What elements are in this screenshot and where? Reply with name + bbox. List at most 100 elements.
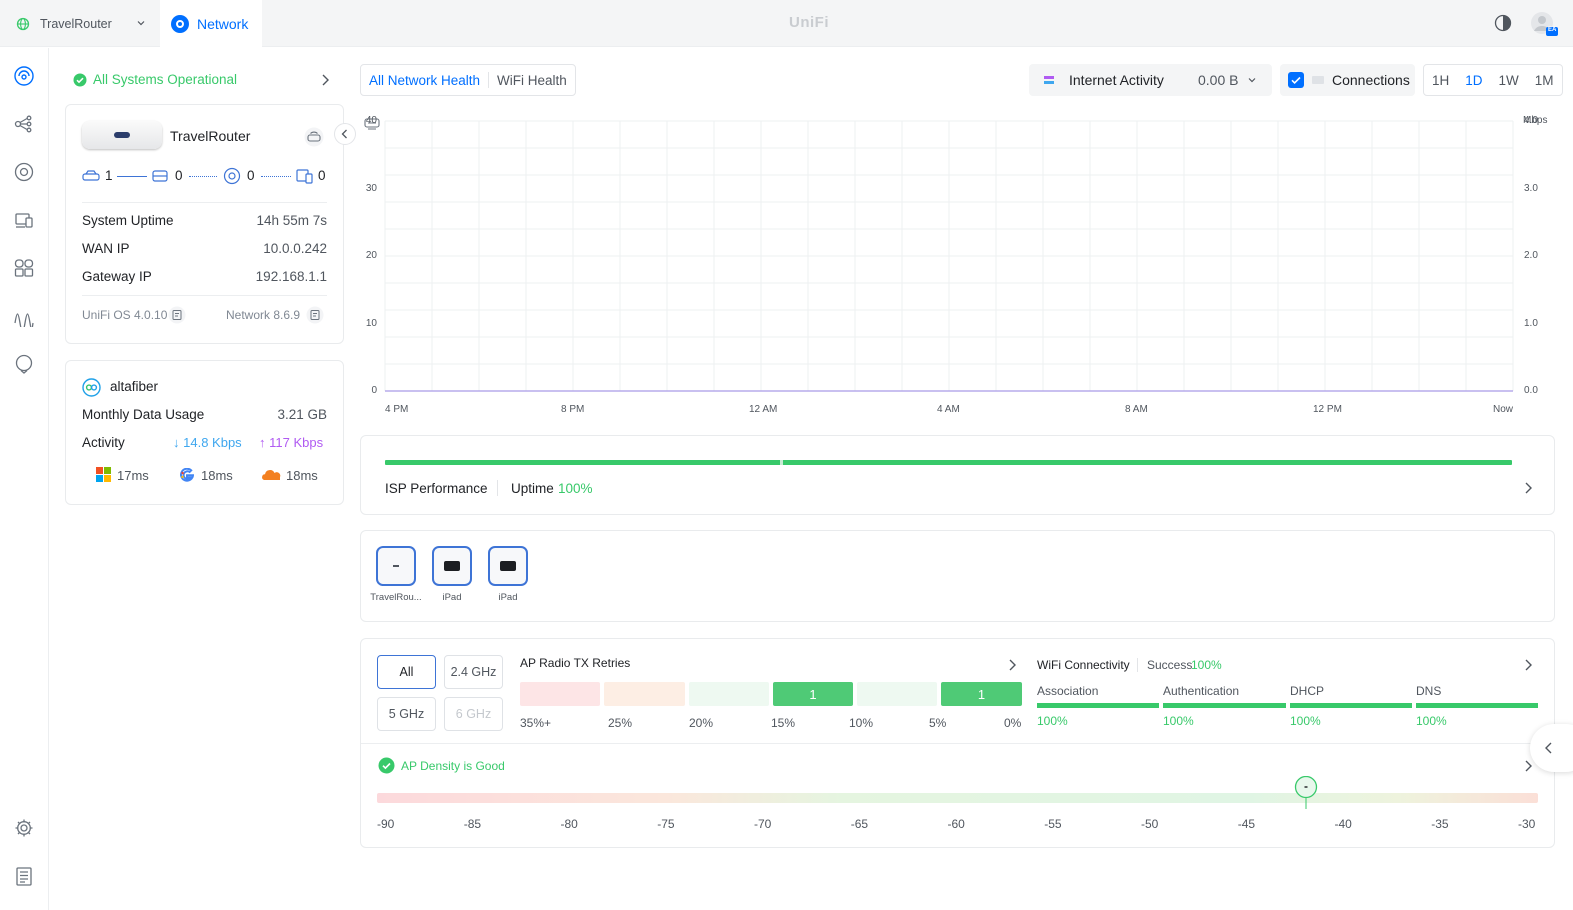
tx-bin-label: 5% [929,716,947,730]
tx-bin-15[interactable]: 1 [773,682,853,706]
tx-bin-35[interactable] [520,682,600,706]
insights-icon[interactable] [13,257,35,279]
band-6ghz-button[interactable]: 6 GHz [444,697,503,731]
gateway-ip-label: Gateway IP [82,269,152,284]
gateway-name: TravelRouter [170,128,251,144]
density-scale-label: -65 [850,817,869,831]
dashboard-icon[interactable] [13,65,35,87]
divider [82,202,327,203]
activity-label: Activity [82,435,125,450]
device-tile-ipad[interactable] [488,546,528,586]
expand-side-panel-button[interactable] [1530,724,1573,772]
logs-icon[interactable] [13,865,35,887]
chevron-right-icon[interactable] [1006,658,1018,672]
arrow-up-icon: ↑ [259,435,266,450]
collapse-panel-button[interactable] [334,123,356,145]
tab-wifi-health[interactable]: WiFi Health [489,73,575,88]
switch-icon [152,168,168,184]
wan-ip-label: WAN IP [82,241,130,256]
tx-bin-10[interactable] [857,682,937,706]
density-scale-label: -55 [1044,817,1062,831]
download-value: 14.8 Kbps [183,435,242,450]
checkbox-checked-icon[interactable] [1288,72,1304,88]
y-tick-label: 0 [371,385,377,396]
chevron-down-icon [1247,75,1257,85]
release-notes-icon[interactable] [306,306,324,324]
tx-retries-title: AP Radio TX Retries [520,656,631,670]
metric-select[interactable]: Internet Activity 0.00 B [1029,64,1272,96]
band-all-button[interactable]: All [377,655,436,689]
check-circle-icon [378,757,395,774]
device-tile-ipad[interactable] [432,546,472,586]
density-scale-label: -80 [560,817,578,831]
tx-bin-20[interactable] [689,682,769,706]
wan-ip-row: WAN IP 10.0.0.242 [82,241,327,256]
legend-swatch-icon [1044,74,1054,86]
tx-bin-label: 0% [1004,716,1022,730]
wifi-conn-title: WiFi Connectivity [1037,658,1130,672]
divider [82,295,327,296]
avatar-initials: EA [1548,27,1557,33]
devices-icon[interactable] [13,161,35,183]
os-version: UniFi OS 4.0.10 [82,308,168,322]
connections-toggle[interactable]: Connections [1280,64,1415,96]
range-1w[interactable]: 1W [1491,73,1527,88]
usage-label: Monthly Data Usage [82,407,205,422]
tx-bin-25[interactable] [604,682,685,706]
range-1m[interactable]: 1M [1527,73,1562,88]
stage-label: Association [1037,684,1099,698]
clients-icon[interactable] [13,209,35,231]
band-5ghz-button[interactable]: 5 GHz [377,697,436,731]
link-line [117,176,147,177]
isp-performance-card[interactable]: ISP Performance Uptime 100% [360,435,1555,515]
uptime-label: Uptime [511,481,554,496]
site-switcher[interactable]: TravelRouter [0,0,160,47]
link-line-dotted-2 [261,176,291,177]
link-line-dotted [189,176,217,177]
density-scale-label: -85 [463,817,482,831]
gateway-ip-row: Gateway IP 192.168.1.1 [82,269,327,284]
band-24ghz-button[interactable]: 2.4 GHz [444,655,503,689]
router-settings-icon[interactable] [304,127,324,147]
range-1d[interactable]: 1D [1457,73,1490,88]
y-tick-label: 30 [365,182,377,194]
stage-label: DHCP [1290,684,1325,698]
avatar[interactable]: EA [1530,11,1558,37]
stage-value: 100% [1290,714,1321,728]
tab-network[interactable]: Network [160,0,262,48]
y-tick-label: 40 [365,115,377,126]
density-scale-label: -30 [1518,817,1536,831]
x-tick-label: 4 PM [385,404,409,415]
chevron-right-icon[interactable] [1522,481,1534,495]
left-nav-rail [0,48,49,910]
release-notes-icon[interactable] [168,306,186,324]
range-1h[interactable]: 1H [1424,73,1457,88]
stage-label: Authentication [1163,684,1240,698]
access-point-icon [223,167,241,185]
theme-toggle-icon[interactable] [1494,14,1512,32]
gateway-ip-value: 192.168.1.1 [255,269,327,284]
density-marker [1294,776,1318,810]
tx-bin-5[interactable]: 1 [941,682,1022,706]
isp-card: altafiber Monthly Data Usage 3.21 GB Act… [65,360,344,505]
isp-name: altafiber [110,379,159,394]
chevron-right-icon[interactable] [1522,759,1534,773]
alarm-manager-icon[interactable] [13,353,35,375]
isp-logo-icon [82,378,101,397]
chevron-right-icon[interactable] [319,73,331,87]
arrow-down-icon: ↓ [173,435,180,450]
stage-value: 100% [1416,714,1447,728]
unifi-logo: UniFi [789,14,829,31]
gear-icon[interactable] [13,817,35,839]
health-tabs: All Network Health WiFi Health [360,64,576,96]
client-count: 0 [318,168,326,183]
tab-all-network-health[interactable]: All Network Health [361,73,488,88]
radios-icon[interactable] [13,305,35,327]
system-status[interactable]: All Systems Operational [73,72,237,87]
topology-icon[interactable] [13,113,35,135]
internet-activity-chart [384,120,1514,392]
isp-perf-label: ISP Performance [385,481,488,496]
device-tile-router[interactable] [376,546,416,586]
chevron-right-icon[interactable] [1522,658,1534,672]
client-device-icon [296,168,314,184]
